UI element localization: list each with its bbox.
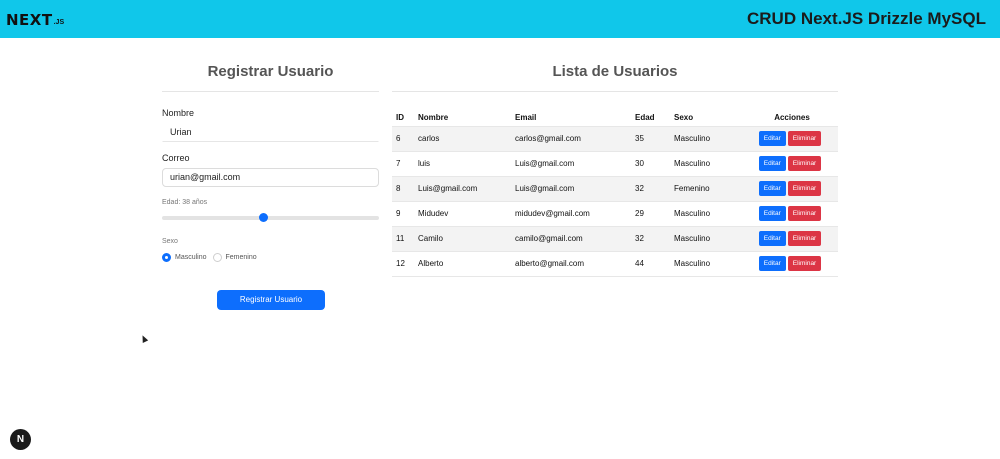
cell-email: midudev@gmail.com — [511, 200, 631, 226]
top-navbar: NEXT .JS CRUD Next.JS Drizzle MySQL — [0, 0, 1000, 38]
radio-femenino[interactable] — [212, 253, 222, 262]
delete-button[interactable]: Eliminar — [787, 206, 822, 221]
users-table: ID Nombre Email Edad Sexo Acciones 6 carl… — [392, 110, 838, 277]
cell-actions: Editar Eliminar — [742, 200, 838, 226]
edit-button[interactable]: Editar — [758, 181, 786, 196]
table-row: 7 luis Luis@gmail.com 30 Masculino Editar Elim… — [392, 150, 838, 176]
edit-button[interactable]: Editar — [758, 131, 786, 146]
email-input[interactable]: urian@gmail.com — [162, 168, 379, 187]
app-title: CRUD Next.JS Drizzle MySQL — [747, 9, 986, 28]
cell-actions: Editar Eliminar — [742, 125, 838, 151]
cell-name: Camilo — [414, 225, 511, 251]
age-label: Edad: 38 años — [162, 199, 208, 206]
header-actions: Acciones — [774, 113, 810, 123]
table-row: 12 Alberto alberto@gmail.com 44 Masculino Edi… — [392, 250, 838, 277]
cell-sex: Masculino — [670, 125, 742, 151]
cell-actions: Editar Eliminar — [742, 250, 838, 277]
delete-button[interactable]: Eliminar — [787, 256, 822, 271]
logo-subtext: .JS — [53, 19, 65, 26]
table-row: 8 Luis@gmail.com Luis@gmail.com 32 Femenino E… — [392, 175, 838, 201]
cell-actions: Editar Eliminar — [742, 150, 838, 176]
cell-id: 9 — [392, 200, 414, 226]
cell-name: Midudev — [414, 200, 511, 226]
table-title-divider — [392, 91, 838, 92]
edit-button[interactable]: Editar — [758, 256, 786, 271]
cell-age: 35 — [631, 125, 670, 151]
name-label: Nombre — [162, 108, 195, 118]
cell-id: 6 — [392, 125, 414, 151]
nextjs-dev-badge[interactable]: N — [10, 429, 31, 450]
cell-sex: Masculino — [670, 225, 742, 251]
cell-id: 7 — [392, 150, 414, 176]
delete-button[interactable]: Eliminar — [787, 231, 822, 246]
edit-button[interactable]: Editar — [758, 156, 786, 171]
table-row: 6 carlos carlos@gmail.com 35 Masculino Editar… — [392, 125, 838, 151]
cell-name: carlos — [414, 125, 511, 151]
cell-age: 44 — [631, 250, 670, 277]
header-name: Nombre — [418, 113, 449, 123]
cell-email: carlos@gmail.com — [511, 125, 631, 151]
cell-email: Luis@gmail.com — [511, 175, 631, 201]
submit-button[interactable]: Registrar Usuario — [217, 290, 325, 310]
name-input[interactable]: Urian — [162, 123, 379, 142]
register-form: Registrar Usuario Nombre Urian Correo ur… — [162, 58, 379, 310]
cell-email: alberto@gmail.com — [511, 250, 631, 277]
form-title-divider — [162, 91, 379, 92]
cell-id: 12 — [392, 250, 414, 277]
delete-button[interactable]: Eliminar — [787, 131, 822, 146]
age-slider-thumb[interactable] — [259, 213, 269, 222]
header-email: Email — [515, 113, 537, 123]
cell-sex: Masculino — [670, 150, 742, 176]
cell-name: Luis@gmail.com — [414, 175, 511, 201]
nextjs-logo[interactable]: NEXT .JS — [6, 9, 64, 29]
cell-sex: Femenino — [670, 175, 742, 201]
cell-name: Alberto — [414, 250, 511, 277]
header-id: ID — [396, 113, 404, 123]
cell-name: luis — [414, 150, 511, 176]
users-panel: Lista de Usuarios ID Nombre Email Edad S… — [392, 58, 838, 277]
cell-email: camilo@gmail.com — [511, 225, 631, 251]
logo-text: NEXT — [6, 11, 53, 29]
table-row: 9 Midudev midudev@gmail.com 29 Masculino Edit… — [392, 200, 838, 226]
delete-button[interactable]: Eliminar — [787, 181, 822, 196]
edit-button[interactable]: Editar — [758, 231, 786, 246]
cell-actions: Editar Eliminar — [742, 225, 838, 251]
email-label: Correo — [162, 153, 190, 163]
radio-masculino[interactable] — [162, 253, 171, 262]
table-header-row: ID Nombre Email Edad Sexo Acciones — [392, 110, 838, 126]
cell-sex: Masculino — [670, 250, 742, 277]
table-title: Lista de Usuarios — [552, 63, 678, 80]
sex-label: Sexo — [162, 238, 178, 245]
cell-email: Luis@gmail.com — [511, 150, 631, 176]
cell-age: 29 — [631, 200, 670, 226]
header-age: Edad — [635, 113, 655, 123]
cell-id: 11 — [392, 225, 414, 251]
form-title: Registrar Usuario — [207, 63, 334, 80]
cell-age: 30 — [631, 150, 670, 176]
cell-age: 32 — [631, 175, 670, 201]
cell-id: 8 — [392, 175, 414, 201]
cell-sex: Masculino — [670, 200, 742, 226]
cell-actions: Editar Eliminar — [742, 175, 838, 201]
sex-radio-group: Masculino Femenino — [162, 253, 263, 262]
mouse-cursor — [139, 334, 149, 343]
header-sex: Sexo — [674, 113, 694, 123]
age-slider-track[interactable] — [162, 216, 379, 220]
table-row: 11 Camilo camilo@gmail.com 32 Masculino Edita… — [392, 225, 838, 251]
radio-femenino-label[interactable]: Femenino — [226, 254, 257, 261]
delete-button[interactable]: Eliminar — [787, 156, 822, 171]
radio-masculino-label[interactable]: Masculino — [175, 254, 207, 261]
edit-button[interactable]: Editar — [758, 206, 786, 221]
cell-age: 32 — [631, 225, 670, 251]
